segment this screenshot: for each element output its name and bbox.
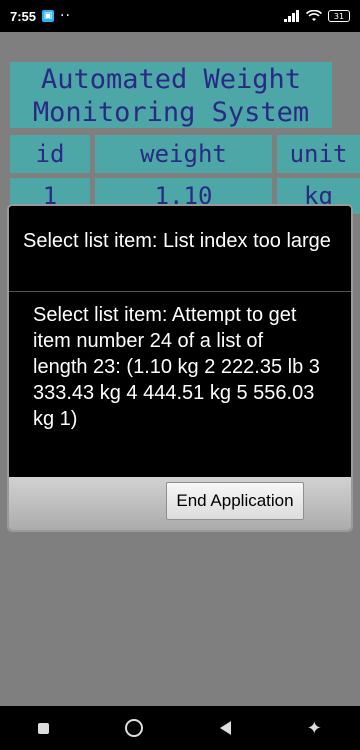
header-id: id (10, 135, 90, 173)
recents-icon[interactable] (38, 722, 50, 734)
end-application-button[interactable]: End Application (166, 482, 304, 520)
navigation-bar: ✦ (0, 706, 360, 750)
wifi-icon (306, 10, 322, 21)
error-dialog: Select list item: List index too large S… (7, 204, 353, 532)
signal-icon (284, 10, 299, 22)
more-notifications-icon: ·· (60, 8, 71, 24)
app-title-line2: Monitoring System (32, 97, 310, 128)
dialog-title: Select list item: List index too large (23, 230, 331, 252)
status-left: 7:55 ▣ ·· (10, 8, 71, 24)
status-right: 31 (284, 10, 350, 22)
dialog-button-bar: End Application (9, 477, 351, 530)
dialog-message: Select list item: Attempt to get item nu… (33, 304, 320, 430)
header-weight: weight (95, 135, 272, 173)
app-title: Automated Weight Monitoring System (10, 62, 332, 128)
home-icon[interactable] (125, 719, 144, 737)
battery-icon: 31 (328, 10, 350, 22)
status-bar: 7:55 ▣ ·· 31 (0, 0, 360, 32)
app-title-line1: Automated Weight (40, 64, 302, 95)
clock: 7:55 (10, 8, 37, 24)
back-icon[interactable] (219, 721, 231, 735)
header-unit: unit (277, 135, 360, 173)
accessibility-icon[interactable]: ✦ (307, 718, 322, 739)
app-notification-icon: ▣ (42, 10, 55, 22)
